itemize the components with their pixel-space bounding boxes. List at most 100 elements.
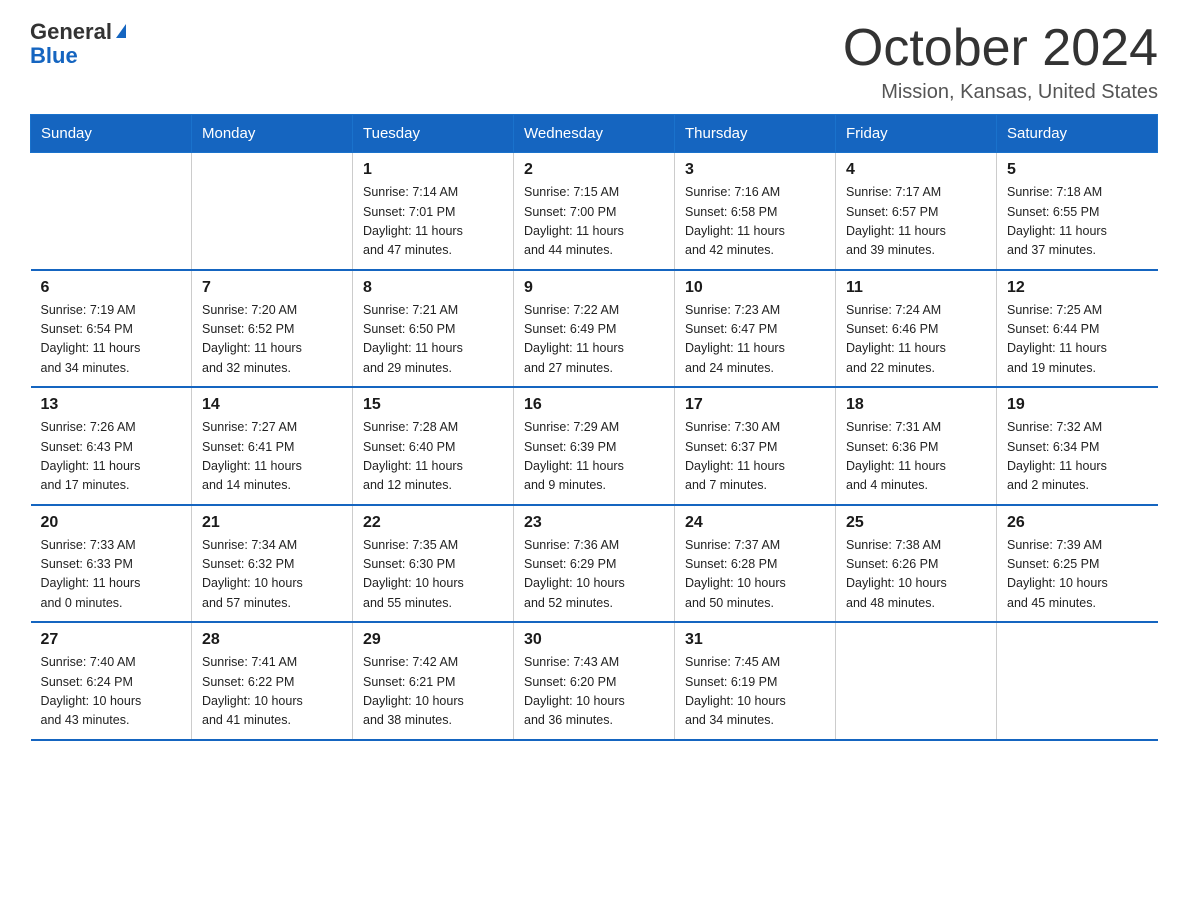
day-info: Sunrise: 7:16 AM Sunset: 6:58 PM Dayligh… — [685, 183, 825, 261]
calendar-day-cell: 29 Sunrise: 7:42 AM Sunset: 6:21 PM Dayli… — [353, 622, 514, 740]
calendar-day-cell: 1Sunrise: 7:14 AM Sunset: 7:01 PM Daylig… — [353, 153, 514, 270]
day-info: Sunrise: 7:31 AM Sunset: 6:36 PM Dayligh… — [846, 418, 986, 496]
calendar-day-cell: 13 Sunrise: 7:26 AM Sunset: 6:43 PM Dayli… — [31, 387, 192, 505]
calendar-day-cell: 24 Sunrise: 7:37 AM Sunset: 6:28 PM Dayli… — [675, 505, 836, 623]
day-number: 23 — [524, 514, 664, 532]
day-info: Sunrise: 7:25 AM Sunset: 6:44 PM Dayligh… — [1007, 301, 1148, 379]
calendar-day-cell — [31, 153, 192, 270]
day-info: Sunrise: 7:45 AM Sunset: 6:19 PM Dayligh… — [685, 653, 825, 731]
title-block: October 2024 Mission, Kansas, United Sta… — [843, 20, 1158, 104]
calendar-week-row: 6 Sunrise: 7:19 AM Sunset: 6:54 PM Daylig… — [31, 270, 1158, 388]
day-header-row: SundayMondayTuesdayWednesdayThursdayFrid… — [31, 115, 1158, 153]
day-of-week-header: Saturday — [997, 115, 1158, 153]
calendar-week-row: 27 Sunrise: 7:40 AM Sunset: 6:24 PM Dayli… — [31, 622, 1158, 740]
day-info: Sunrise: 7:19 AM Sunset: 6:54 PM Dayligh… — [41, 301, 182, 379]
calendar-day-cell: 16 Sunrise: 7:29 AM Sunset: 6:39 PM Dayli… — [514, 387, 675, 505]
day-number: 26 — [1007, 514, 1148, 532]
calendar-day-cell: 6 Sunrise: 7:19 AM Sunset: 6:54 PM Daylig… — [31, 270, 192, 388]
calendar-day-cell: 22Sunrise: 7:35 AM Sunset: 6:30 PM Dayli… — [353, 505, 514, 623]
calendar-day-cell — [997, 622, 1158, 740]
day-of-week-header: Tuesday — [353, 115, 514, 153]
day-info: Sunrise: 7:18 AM Sunset: 6:55 PM Dayligh… — [1007, 183, 1148, 261]
day-number: 1 — [363, 161, 503, 179]
day-info: Sunrise: 7:33 AM Sunset: 6:33 PM Dayligh… — [41, 536, 182, 614]
calendar-day-cell: 2 Sunrise: 7:15 AM Sunset: 7:00 PM Daylig… — [514, 153, 675, 270]
day-info: Sunrise: 7:30 AM Sunset: 6:37 PM Dayligh… — [685, 418, 825, 496]
calendar-day-cell: 9Sunrise: 7:22 AM Sunset: 6:49 PM Daylig… — [514, 270, 675, 388]
logo-triangle-icon — [116, 24, 126, 38]
day-number: 6 — [41, 279, 182, 297]
day-info: Sunrise: 7:21 AM Sunset: 6:50 PM Dayligh… — [363, 301, 503, 379]
day-info: Sunrise: 7:28 AM Sunset: 6:40 PM Dayligh… — [363, 418, 503, 496]
calendar-day-cell: 12Sunrise: 7:25 AM Sunset: 6:44 PM Dayli… — [997, 270, 1158, 388]
calendar-day-cell: 4 Sunrise: 7:17 AM Sunset: 6:57 PM Daylig… — [836, 153, 997, 270]
calendar-day-cell: 20 Sunrise: 7:33 AM Sunset: 6:33 PM Dayli… — [31, 505, 192, 623]
calendar-day-cell: 26Sunrise: 7:39 AM Sunset: 6:25 PM Dayli… — [997, 505, 1158, 623]
day-number: 11 — [846, 279, 986, 297]
calendar-day-cell: 25 Sunrise: 7:38 AM Sunset: 6:26 PM Dayli… — [836, 505, 997, 623]
calendar-day-cell: 14Sunrise: 7:27 AM Sunset: 6:41 PM Dayli… — [192, 387, 353, 505]
day-number: 30 — [524, 631, 664, 649]
day-number: 18 — [846, 396, 986, 414]
day-info: Sunrise: 7:41 AM Sunset: 6:22 PM Dayligh… — [202, 653, 342, 731]
day-info: Sunrise: 7:42 AM Sunset: 6:21 PM Dayligh… — [363, 653, 503, 731]
day-info: Sunrise: 7:37 AM Sunset: 6:28 PM Dayligh… — [685, 536, 825, 614]
calendar-day-cell: 11 Sunrise: 7:24 AM Sunset: 6:46 PM Dayli… — [836, 270, 997, 388]
calendar-week-row: 1Sunrise: 7:14 AM Sunset: 7:01 PM Daylig… — [31, 153, 1158, 270]
calendar-day-cell: 10 Sunrise: 7:23 AM Sunset: 6:47 PM Dayli… — [675, 270, 836, 388]
day-number: 7 — [202, 279, 342, 297]
page-header: General Blue October 2024 Mission, Kansa… — [30, 20, 1158, 104]
calendar-day-cell: 5 Sunrise: 7:18 AM Sunset: 6:55 PM Daylig… — [997, 153, 1158, 270]
day-number: 16 — [524, 396, 664, 414]
day-number: 27 — [41, 631, 182, 649]
day-number: 29 — [363, 631, 503, 649]
calendar-day-cell: 17 Sunrise: 7:30 AM Sunset: 6:37 PM Dayli… — [675, 387, 836, 505]
calendar-day-cell: 28 Sunrise: 7:41 AM Sunset: 6:22 PM Dayli… — [192, 622, 353, 740]
day-number: 14 — [202, 396, 342, 414]
calendar-week-row: 20 Sunrise: 7:33 AM Sunset: 6:33 PM Dayli… — [31, 505, 1158, 623]
calendar-day-cell: 31Sunrise: 7:45 AM Sunset: 6:19 PM Dayli… — [675, 622, 836, 740]
day-info: Sunrise: 7:38 AM Sunset: 6:26 PM Dayligh… — [846, 536, 986, 614]
day-number: 21 — [202, 514, 342, 532]
day-info: Sunrise: 7:20 AM Sunset: 6:52 PM Dayligh… — [202, 301, 342, 379]
day-info: Sunrise: 7:17 AM Sunset: 6:57 PM Dayligh… — [846, 183, 986, 261]
day-number: 9 — [524, 279, 664, 297]
day-number: 25 — [846, 514, 986, 532]
calendar-day-cell: 21Sunrise: 7:34 AM Sunset: 6:32 PM Dayli… — [192, 505, 353, 623]
month-title: October 2024 — [843, 20, 1158, 77]
day-of-week-header: Monday — [192, 115, 353, 153]
day-number: 4 — [846, 161, 986, 179]
day-info: Sunrise: 7:43 AM Sunset: 6:20 PM Dayligh… — [524, 653, 664, 731]
location: Mission, Kansas, United States — [843, 81, 1158, 104]
day-number: 8 — [363, 279, 503, 297]
day-info: Sunrise: 7:29 AM Sunset: 6:39 PM Dayligh… — [524, 418, 664, 496]
day-number: 24 — [685, 514, 825, 532]
calendar-day-cell: 30 Sunrise: 7:43 AM Sunset: 6:20 PM Dayli… — [514, 622, 675, 740]
day-number: 2 — [524, 161, 664, 179]
calendar-day-cell: 19 Sunrise: 7:32 AM Sunset: 6:34 PM Dayli… — [997, 387, 1158, 505]
calendar-day-cell — [836, 622, 997, 740]
day-info: Sunrise: 7:26 AM Sunset: 6:43 PM Dayligh… — [41, 418, 182, 496]
logo: General Blue — [30, 20, 126, 68]
calendar-day-cell: 15Sunrise: 7:28 AM Sunset: 6:40 PM Dayli… — [353, 387, 514, 505]
day-info: Sunrise: 7:32 AM Sunset: 6:34 PM Dayligh… — [1007, 418, 1148, 496]
day-info: Sunrise: 7:24 AM Sunset: 6:46 PM Dayligh… — [846, 301, 986, 379]
day-of-week-header: Friday — [836, 115, 997, 153]
day-number: 13 — [41, 396, 182, 414]
day-number: 28 — [202, 631, 342, 649]
day-info: Sunrise: 7:23 AM Sunset: 6:47 PM Dayligh… — [685, 301, 825, 379]
logo-blue-text: Blue — [30, 44, 126, 68]
logo-general-text: General — [30, 19, 112, 44]
day-info: Sunrise: 7:15 AM Sunset: 7:00 PM Dayligh… — [524, 183, 664, 261]
day-number: 3 — [685, 161, 825, 179]
calendar-table: SundayMondayTuesdayWednesdayThursdayFrid… — [30, 114, 1158, 741]
day-number: 5 — [1007, 161, 1148, 179]
calendar-day-cell — [192, 153, 353, 270]
calendar-day-cell: 3 Sunrise: 7:16 AM Sunset: 6:58 PM Daylig… — [675, 153, 836, 270]
day-number: 17 — [685, 396, 825, 414]
day-number: 10 — [685, 279, 825, 297]
day-info: Sunrise: 7:40 AM Sunset: 6:24 PM Dayligh… — [41, 653, 182, 731]
day-number: 19 — [1007, 396, 1148, 414]
day-of-week-header: Wednesday — [514, 115, 675, 153]
day-number: 20 — [41, 514, 182, 532]
